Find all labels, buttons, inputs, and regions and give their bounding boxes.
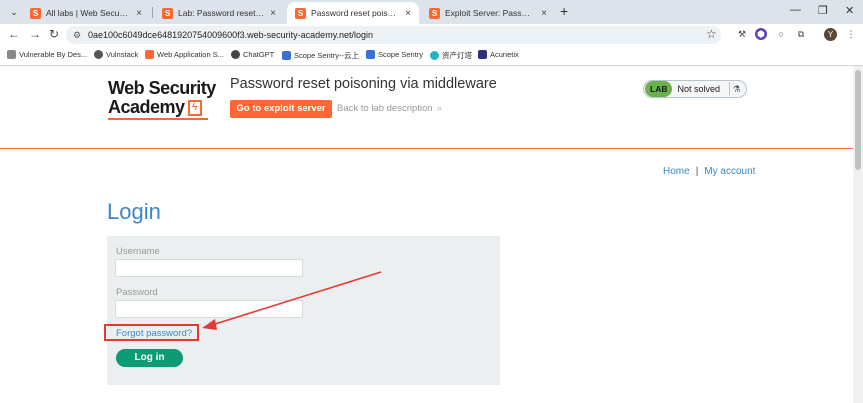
bookmark-item[interactable]: ChatGPT <box>231 50 274 59</box>
close-tab-icon[interactable]: × <box>270 8 276 19</box>
bookmark-label: 资产灯塔 <box>442 51 472 60</box>
close-tab-icon[interactable]: × <box>405 8 411 19</box>
extension-icon[interactable]: ⚒ <box>736 28 748 40</box>
tab-separator <box>152 7 153 18</box>
bookmark-item[interactable]: Acunetix <box>478 50 519 59</box>
bookmark-item[interactable]: 资产灯塔 <box>430 50 472 61</box>
annotation-arrow-head <box>202 319 217 330</box>
bookmark-item[interactable]: Web Application S... <box>145 50 224 59</box>
extension-hex-icon[interactable]: ⬢ <box>755 28 767 40</box>
url-text: 0ae100c6049dce6481920754009600f3.web-sec… <box>88 30 374 40</box>
bookmark-item[interactable]: Scope Sentry <box>366 50 423 59</box>
bookmark-item[interactable]: Vulnerable By Des... <box>7 50 87 59</box>
lighthouse-icon <box>430 51 439 60</box>
back-icon[interactable]: ← <box>8 27 20 41</box>
bookmark-label: Scope Sentry--云上 <box>294 51 360 60</box>
browser-chrome: ⌄ S All labs | Web Security Acade × S La… <box>0 0 863 66</box>
annotation-arrow <box>202 271 382 330</box>
maximize-icon[interactable]: ❐ <box>818 4 828 17</box>
bookmark-label: Scope Sentry <box>378 50 424 59</box>
new-tab-icon[interactable]: + <box>560 3 568 19</box>
profile-avatar[interactable]: Y <box>824 28 837 41</box>
close-window-icon[interactable]: ✕ <box>845 4 854 17</box>
portswigger-icon: S <box>295 7 306 19</box>
menu-kebab-icon[interactable]: ⋮ <box>845 28 857 40</box>
bookmark-star-icon[interactable]: ☆ <box>706 27 717 41</box>
close-tab-icon[interactable]: × <box>541 8 547 19</box>
reload-icon[interactable]: ↻ <box>49 27 59 41</box>
tab-strip: ⌄ S All labs | Web Security Acade × S La… <box>0 0 863 24</box>
minimize-icon[interactable]: — <box>790 4 801 16</box>
tab-title: Password reset poisoning via <box>311 8 399 18</box>
sentry-icon <box>366 50 375 59</box>
portswigger-icon <box>145 50 154 59</box>
portswigger-icon: S <box>30 7 41 19</box>
portswigger-icon: S <box>162 7 173 19</box>
globe-icon <box>94 50 103 59</box>
sentry-icon <box>282 51 291 60</box>
tab-login-active[interactable]: S Password reset poisoning via × <box>287 2 419 24</box>
tab-title: Exploit Server: Password rese <box>445 8 536 18</box>
tab-exploit-server[interactable]: S Exploit Server: Password rese × <box>421 2 555 24</box>
bookmark-label: Web Application S... <box>157 50 224 59</box>
close-tab-icon[interactable]: × <box>136 8 142 19</box>
bookmark-item[interactable]: Scope Sentry--云上 <box>282 50 359 61</box>
annotation-arrow-line <box>211 271 382 326</box>
bookmark-label: ChatGPT <box>243 50 275 59</box>
portswigger-icon: S <box>429 7 440 19</box>
navigation-toolbar: ← → ↻ ⚙ 0ae100c6049dce6481920754009600f3… <box>0 24 863 46</box>
tab-all-labs[interactable]: S All labs | Web Security Acade × <box>22 2 150 24</box>
tab-title: All labs | Web Security Acade <box>46 8 131 18</box>
extension-circle-icon[interactable]: ○ <box>775 28 787 40</box>
bookmark-label: Vulnstack <box>106 50 139 59</box>
chatgpt-icon <box>231 50 240 59</box>
site-info-icon[interactable]: ⚙ <box>73 26 81 44</box>
page-content: Web Security Academy ϟ Password reset po… <box>0 66 863 403</box>
tab-search-icon[interactable]: ⌄ <box>6 4 22 20</box>
extensions-puzzle-icon[interactable]: ⧉ <box>795 28 807 40</box>
forward-icon[interactable]: → <box>29 27 41 41</box>
tab-lab-description[interactable]: S Lab: Password reset poisonin × <box>154 2 284 24</box>
bookmark-label: Vulnerable By Des... <box>19 50 88 59</box>
tab-title: Lab: Password reset poisonin <box>178 8 264 18</box>
bookmark-label: Acunetix <box>490 50 519 59</box>
bookmarks-bar: Vulnerable By Des... Vulnstack Web Appli… <box>0 46 863 66</box>
address-bar[interactable]: ⚙ 0ae100c6049dce6481920754009600f3.web-s… <box>66 26 721 44</box>
acunetix-icon <box>478 50 487 59</box>
bookmark-item[interactable]: Vulnstack <box>94 50 138 59</box>
folder-icon <box>7 50 16 59</box>
